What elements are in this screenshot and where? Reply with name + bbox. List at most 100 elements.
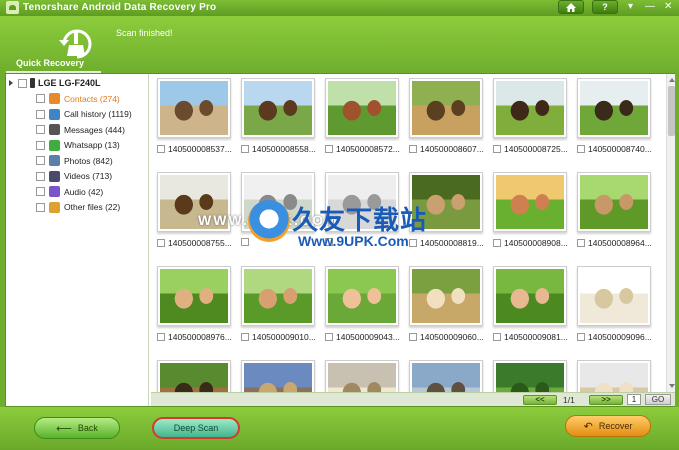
photo-checkbox[interactable]	[157, 333, 165, 341]
photo-tile[interactable]: 140500008558...	[235, 74, 316, 154]
scroll-thumb[interactable]	[668, 86, 675, 136]
menu-chevron-icon[interactable]: ▾	[628, 1, 633, 13]
photo-tile[interactable]	[571, 356, 651, 392]
close-icon[interactable]: ✕	[664, 1, 672, 13]
photo-checkbox[interactable]	[577, 145, 585, 153]
photo-tile[interactable]: 140500009060...	[403, 262, 484, 342]
recover-button[interactable]: ↶ Recover	[565, 415, 651, 437]
photo-checkbox[interactable]	[325, 333, 333, 341]
expand-arrow-icon[interactable]	[9, 80, 15, 86]
photo-tile[interactable]	[151, 356, 231, 392]
help-button[interactable]: ?	[592, 0, 618, 14]
category-checkbox[interactable]	[36, 94, 45, 104]
photo-checkbox[interactable]	[409, 333, 417, 341]
category-call-history[interactable]: Call history (1119)	[36, 107, 132, 123]
photo-image	[328, 269, 396, 323]
next-page-button[interactable]: >>	[589, 395, 623, 405]
back-button[interactable]: ⟵ Back	[34, 417, 120, 439]
photo-thumbnail[interactable]	[241, 78, 315, 138]
photo-checkbox[interactable]	[577, 239, 585, 247]
category-checkbox[interactable]	[36, 187, 45, 197]
photo-thumbnail[interactable]	[493, 78, 567, 138]
category-photos[interactable]: Photos (842)	[36, 153, 132, 169]
category-contacts[interactable]: Contacts (274)	[36, 91, 132, 107]
category-audio[interactable]: Audio (42)	[36, 184, 132, 200]
photo-thumbnail[interactable]	[241, 266, 315, 326]
category-checkbox[interactable]	[36, 109, 45, 119]
photo-checkbox[interactable]	[157, 145, 165, 153]
photo-tile[interactable]: 140500009043...	[319, 262, 400, 342]
photo-tile[interactable]: 140500008740...	[571, 74, 652, 154]
photo-thumbnail[interactable]	[409, 78, 483, 138]
category-checkbox[interactable]	[36, 156, 45, 166]
photo-tile[interactable]: 140500008908...	[487, 168, 568, 248]
category-checkbox[interactable]	[36, 140, 45, 150]
category-checkbox[interactable]	[36, 202, 45, 212]
contacts-icon	[49, 93, 60, 105]
category-other-files[interactable]: Other files (22)	[36, 200, 132, 216]
photo-thumbnail[interactable]	[577, 172, 651, 232]
photo-tile[interactable]	[487, 356, 567, 392]
photo-checkbox[interactable]	[241, 145, 249, 153]
photo-thumbnail[interactable]	[493, 172, 567, 232]
photo-tile[interactable]: 140500008537...	[151, 74, 232, 154]
photo-tile[interactable]: 140500008964...	[571, 168, 652, 248]
quick-recovery-label[interactable]: Quick Recovery	[16, 58, 84, 68]
photo-thumbnail[interactable]	[157, 360, 231, 392]
photo-thumbnail[interactable]	[325, 78, 399, 138]
photo-thumbnail[interactable]	[409, 266, 483, 326]
photo-checkbox[interactable]	[241, 238, 249, 246]
scroll-down-icon[interactable]	[668, 382, 675, 390]
photo-tile[interactable]: 140500008755...	[151, 168, 232, 248]
category-checkbox[interactable]	[36, 171, 45, 181]
photo-checkbox[interactable]	[157, 239, 165, 247]
photo-tile[interactable]: 140500008976...	[151, 262, 232, 342]
category-whatsapp[interactable]: Whatsapp (13)	[36, 138, 132, 154]
photo-checkbox[interactable]	[493, 145, 501, 153]
photo-checkbox[interactable]	[409, 239, 417, 247]
minimize-icon[interactable]: —	[645, 1, 655, 13]
photo-tile[interactable]: 140500009096...	[571, 262, 652, 342]
scrollbar[interactable]	[666, 74, 675, 392]
page-number-input[interactable]: 1	[627, 394, 641, 405]
photo-checkbox[interactable]	[325, 145, 333, 153]
category-messages[interactable]: Messages (444)	[36, 122, 132, 138]
photo-thumbnail[interactable]	[493, 360, 567, 392]
photo-tile[interactable]: 140500009010...	[235, 262, 316, 342]
photo-tile[interactable]	[319, 356, 399, 392]
device-checkbox[interactable]	[18, 78, 27, 88]
photo-thumbnail[interactable]	[493, 266, 567, 326]
photo-checkbox[interactable]	[493, 333, 501, 341]
category-videos[interactable]: Videos (713)	[36, 169, 132, 185]
photo-thumbnail[interactable]	[325, 266, 399, 326]
category-checkbox[interactable]	[36, 125, 45, 135]
photo-checkbox[interactable]	[493, 239, 501, 247]
photo-thumbnail[interactable]	[241, 360, 315, 392]
photo-thumbnail[interactable]	[325, 360, 399, 392]
photo-thumbnail[interactable]	[577, 360, 651, 392]
photo-thumbnail[interactable]	[409, 360, 483, 392]
go-button[interactable]: GO	[645, 394, 671, 405]
photo-checkbox[interactable]	[241, 333, 249, 341]
photo-filename: 140500009010...	[252, 332, 316, 342]
photo-tile[interactable]: 140500009081...	[487, 262, 568, 342]
scroll-up-icon[interactable]	[668, 76, 675, 84]
photo-tile[interactable]	[235, 356, 315, 392]
photo-tile[interactable]	[403, 356, 483, 392]
photo-thumbnail[interactable]	[577, 266, 651, 326]
home-icon	[566, 3, 576, 12]
device-node[interactable]: LGE LG-F240L	[9, 77, 101, 89]
photo-tile[interactable]: 140500008572...	[319, 74, 400, 154]
watermark-logo-icon	[248, 200, 290, 242]
photo-thumbnail[interactable]	[577, 78, 651, 138]
deep-scan-button[interactable]: Deep Scan	[152, 417, 240, 439]
photo-tile[interactable]: 140500008607...	[403, 74, 484, 154]
prev-page-button[interactable]: <<	[523, 395, 557, 405]
photo-checkbox[interactable]	[409, 145, 417, 153]
photo-thumbnail[interactable]	[157, 266, 231, 326]
photo-thumbnail[interactable]	[157, 78, 231, 138]
photo-tile[interactable]: 140500008725...	[487, 74, 568, 154]
photo-checkbox[interactable]	[577, 333, 585, 341]
home-button[interactable]	[558, 0, 584, 14]
photo-image	[496, 269, 564, 323]
